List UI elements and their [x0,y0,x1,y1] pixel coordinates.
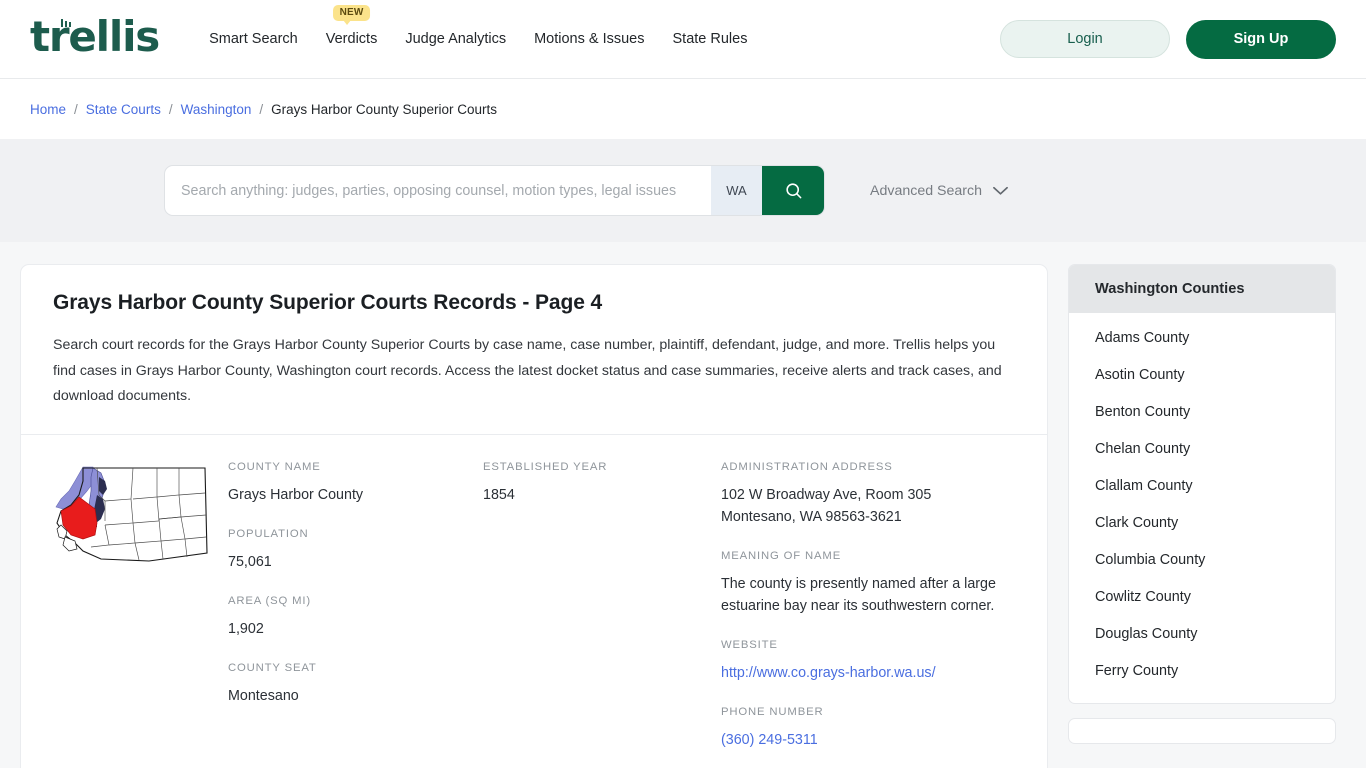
sidebar-item-clark-county[interactable]: Clark County [1069,504,1335,541]
field-value: 1,902 [228,620,264,637]
field-administration-address: ADMINISTRATION ADDRESS 102 W Broadway Av… [721,461,1011,528]
page-title: Grays Harbor County Superior Courts Reco… [53,291,603,314]
breadcrumb-bar: Home / State Courts / Washington / Grays… [0,79,1366,139]
page-description: Search court records for the Grays Harbo… [53,337,1002,404]
website-link[interactable]: http://www.co.grays-harbor.wa.us/ [721,665,936,681]
nav-item-motions-issues-wrap: Motions & Issues [534,30,644,48]
field-label: AREA (SQ MI) [228,594,312,607]
field-label: MEANING OF NAME [721,549,842,562]
field-value: http://www.co.grays-harbor.wa.us/ [721,662,1011,684]
breadcrumb-separator: / [74,101,78,117]
sidebar-item-adams-county[interactable]: Adams County [1069,319,1335,356]
brand-name: trellis [30,12,160,61]
advanced-search-toggle[interactable]: Advanced Search [870,183,1008,199]
nav-item-state-rules-wrap: State Rules [673,30,748,48]
field-meaning-of-name: MEANING OF NAME The county is presently … [721,550,1011,617]
content-card: Grays Harbor County Superior Courts Reco… [20,264,1048,768]
county-info-grid: COUNTY NAME Grays Harbor County POPULATI… [21,435,1047,768]
sidebar-item-benton-county[interactable]: Benton County [1069,393,1335,430]
breadcrumb: Home / State Courts / Washington / Grays… [30,102,497,117]
breadcrumb-current: Grays Harbor County Superior Courts [271,101,497,117]
header-actions: Login Sign Up [1000,19,1336,59]
login-button[interactable]: Login [1000,20,1170,58]
sidebar-panel-title: Washington Counties [1069,265,1335,313]
search-icon [785,183,801,199]
search-strip: WA Advanced Search [0,139,1366,242]
nav-item-verdicts-wrap: NEW Verdicts [326,5,378,48]
signup-button[interactable]: Sign Up [1186,19,1336,59]
sidebar-item-cowlitz-county[interactable]: Cowlitz County [1069,578,1335,615]
county-info-column-2: ESTABLISHED YEAR 1854 [483,461,721,751]
field-label: WEBSITE [721,638,778,651]
washington-counties-panel: Washington Counties Adams County Asotin … [1068,264,1336,704]
advanced-search-label: Advanced Search [870,182,982,199]
brand-logo[interactable]: trellis [30,12,160,61]
new-badge: NEW [332,5,371,25]
county-map-column [53,461,228,751]
sidebar-item-asotin-county[interactable]: Asotin County [1069,356,1335,393]
field-label: COUNTY NAME [228,460,321,473]
search-box: WA [164,165,825,216]
page-body: Grays Harbor County Superior Courts Reco… [0,242,1366,768]
breadcrumb-item-state-courts[interactable]: State Courts [86,102,161,117]
field-website: WEBSITE http://www.co.grays-harbor.wa.us… [721,639,1011,684]
field-value: (360) 249-5311 [721,729,1011,751]
nav-item-smart-search-wrap: Smart Search [209,30,298,48]
nav-item-judge-analytics[interactable]: Judge Analytics [405,31,506,47]
field-value: 75,061 [228,553,272,570]
sidebar-next-panel [1068,718,1336,744]
field-label: ESTABLISHED YEAR [483,460,608,473]
county-info-column-3: ADMINISTRATION ADDRESS 102 W Broadway Av… [721,461,1011,751]
card-header: Grays Harbor County Superior Courts Reco… [21,265,1047,434]
nav-item-judge-analytics-wrap: Judge Analytics [405,30,506,48]
field-label: PHONE NUMBER [721,705,824,718]
nav-item-motions-issues[interactable]: Motions & Issues [534,31,644,47]
main-navigation: Smart Search NEW Verdicts Judge Analytic… [209,5,748,48]
field-label: POPULATION [228,527,309,540]
field-county-seat: COUNTY SEAT Montesano [228,662,483,707]
search-submit-button[interactable] [762,166,824,215]
chevron-down-icon [993,186,1008,195]
field-established-year: ESTABLISHED YEAR 1854 [483,461,721,506]
breadcrumb-item-home[interactable]: Home [30,102,66,117]
sidebar-item-douglas-county[interactable]: Douglas County [1069,615,1335,652]
field-value-line1: 102 W Broadway Ave, Room 305 [721,486,932,503]
sidebar-item-clallam-county[interactable]: Clallam County [1069,467,1335,504]
nav-item-verdicts[interactable]: Verdicts [326,31,378,47]
county-info-column-1: COUNTY NAME Grays Harbor County POPULATI… [228,461,483,751]
state-filter-chip[interactable]: WA [711,166,762,215]
breadcrumb-item-washington[interactable]: Washington [181,102,252,117]
site-header: trellis Smart Search NEW Verdicts Judge … [0,0,1366,79]
field-value: Montesano [228,687,299,704]
sidebar-item-chelan-county[interactable]: Chelan County [1069,430,1335,467]
nav-item-smart-search[interactable]: Smart Search [209,31,298,47]
sidebar: Washington Counties Adams County Asotin … [1068,264,1336,744]
phone-link[interactable]: (360) 249-5311 [721,732,818,748]
field-area: AREA (SQ MI) 1,902 [228,595,483,640]
breadcrumb-separator: / [168,101,173,117]
sidebar-item-columbia-county[interactable]: Columbia County [1069,541,1335,578]
search-input[interactable] [165,166,711,215]
sidebar-item-ferry-county[interactable]: Ferry County [1069,652,1335,689]
washington-county-map-icon [55,466,208,562]
breadcrumb-separator: / [259,101,264,117]
field-county-name: COUNTY NAME Grays Harbor County [228,461,483,506]
county-list: Adams County Asotin County Benton County… [1069,313,1335,703]
field-value: The county is presently named after a la… [721,575,996,614]
field-value: 1854 [483,486,515,503]
field-value: Grays Harbor County [228,486,364,503]
field-phone-number: PHONE NUMBER (360) 249-5311 [721,706,1011,751]
field-value-line2: Montesano, WA 98563-3621 [721,508,902,525]
nav-item-state-rules[interactable]: State Rules [673,31,748,47]
field-population: POPULATION 75,061 [228,528,483,573]
field-label: ADMINISTRATION ADDRESS [721,460,893,473]
field-label: COUNTY SEAT [228,661,317,674]
